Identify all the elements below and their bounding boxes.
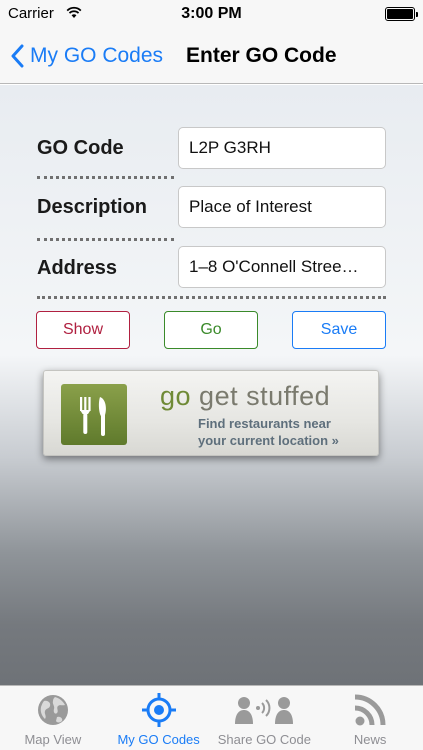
go-code-input[interactable]: L2P G3RH bbox=[178, 127, 386, 169]
page-title: Enter GO Code bbox=[186, 44, 337, 67]
tab-share-go-code[interactable]: Share GO Code bbox=[212, 686, 318, 750]
description-input[interactable]: Place of Interest bbox=[178, 186, 386, 228]
banner-subtitle: Find restaurants near your current locat… bbox=[198, 415, 339, 449]
chevron-left-icon bbox=[11, 44, 24, 68]
clock: 3:00 PM bbox=[181, 5, 242, 22]
navigation-bar: My GO Codes Enter GO Code bbox=[0, 28, 423, 84]
tab-news[interactable]: News bbox=[317, 686, 423, 750]
tab-my-go-codes[interactable]: My GO Codes bbox=[106, 686, 212, 750]
dotted-divider bbox=[37, 238, 174, 241]
show-button[interactable]: Show bbox=[36, 311, 130, 349]
dotted-divider bbox=[37, 296, 386, 299]
target-icon bbox=[141, 693, 176, 727]
tab-my-go-codes-label: My GO Codes bbox=[117, 732, 200, 747]
back-button[interactable]: My GO Codes bbox=[10, 38, 163, 74]
tab-map-view-label: Map View bbox=[24, 732, 82, 747]
globe-icon bbox=[37, 695, 68, 725]
banner-headline: go get stuffed bbox=[160, 381, 330, 412]
banner-subtitle-line1: Find restaurants near bbox=[198, 416, 331, 431]
share-people-icon bbox=[235, 697, 294, 724]
banner-headline-go: go bbox=[160, 381, 192, 411]
go-button[interactable]: Go bbox=[164, 311, 258, 349]
back-button-label: My GO Codes bbox=[30, 44, 164, 67]
dotted-divider bbox=[37, 176, 174, 179]
tab-news-label: News bbox=[353, 732, 387, 747]
tab-map-view[interactable]: Map View bbox=[0, 686, 106, 750]
tab-bar: Map View My GO Codes Share GO Code News bbox=[0, 685, 423, 750]
content-area: GO Code L2P G3RH Description Place of In… bbox=[0, 85, 423, 685]
go-code-label: GO Code bbox=[37, 137, 124, 159]
save-button[interactable]: Save bbox=[292, 311, 386, 349]
banner-subtitle-line2: your current location » bbox=[198, 433, 339, 448]
banner-headline-rest: get stuffed bbox=[191, 381, 331, 411]
description-label: Description bbox=[37, 196, 148, 218]
status-bar: Carrier 3:00 PM bbox=[0, 0, 423, 28]
tab-share-go-code-label: Share GO Code bbox=[217, 732, 311, 747]
go-get-stuffed-banner[interactable]: go get stuffed Find restaurants near you… bbox=[43, 370, 379, 456]
battery-icon bbox=[385, 7, 418, 21]
rss-icon bbox=[354, 694, 386, 726]
fork-knife-icon bbox=[61, 384, 127, 445]
address-input[interactable]: 1–8 O'Connell Stree… bbox=[178, 246, 386, 288]
address-label: Address bbox=[37, 257, 118, 279]
